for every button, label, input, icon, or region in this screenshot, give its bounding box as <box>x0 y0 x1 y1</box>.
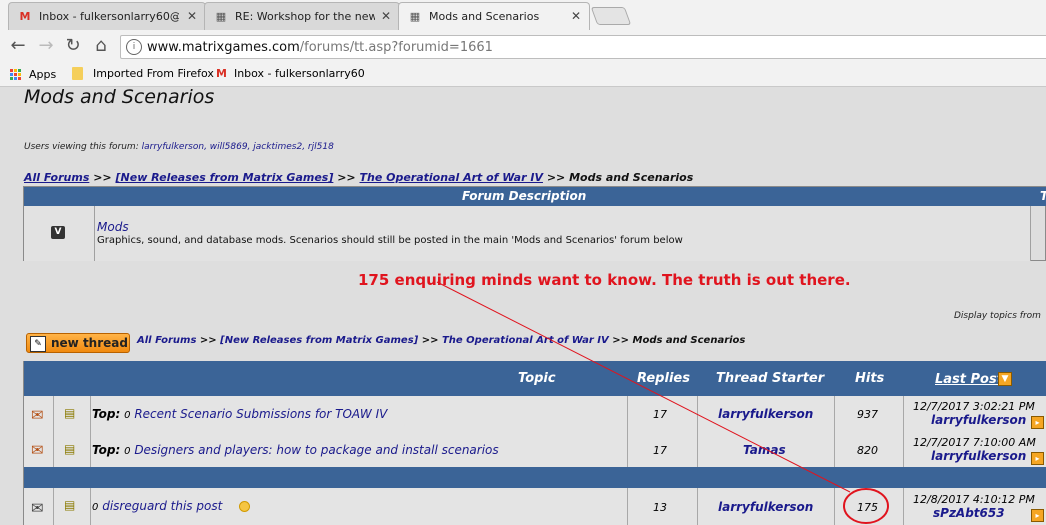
annotation-circle <box>843 488 889 524</box>
annotation-line <box>436 281 851 493</box>
annotation-overlay <box>436 281 889 524</box>
